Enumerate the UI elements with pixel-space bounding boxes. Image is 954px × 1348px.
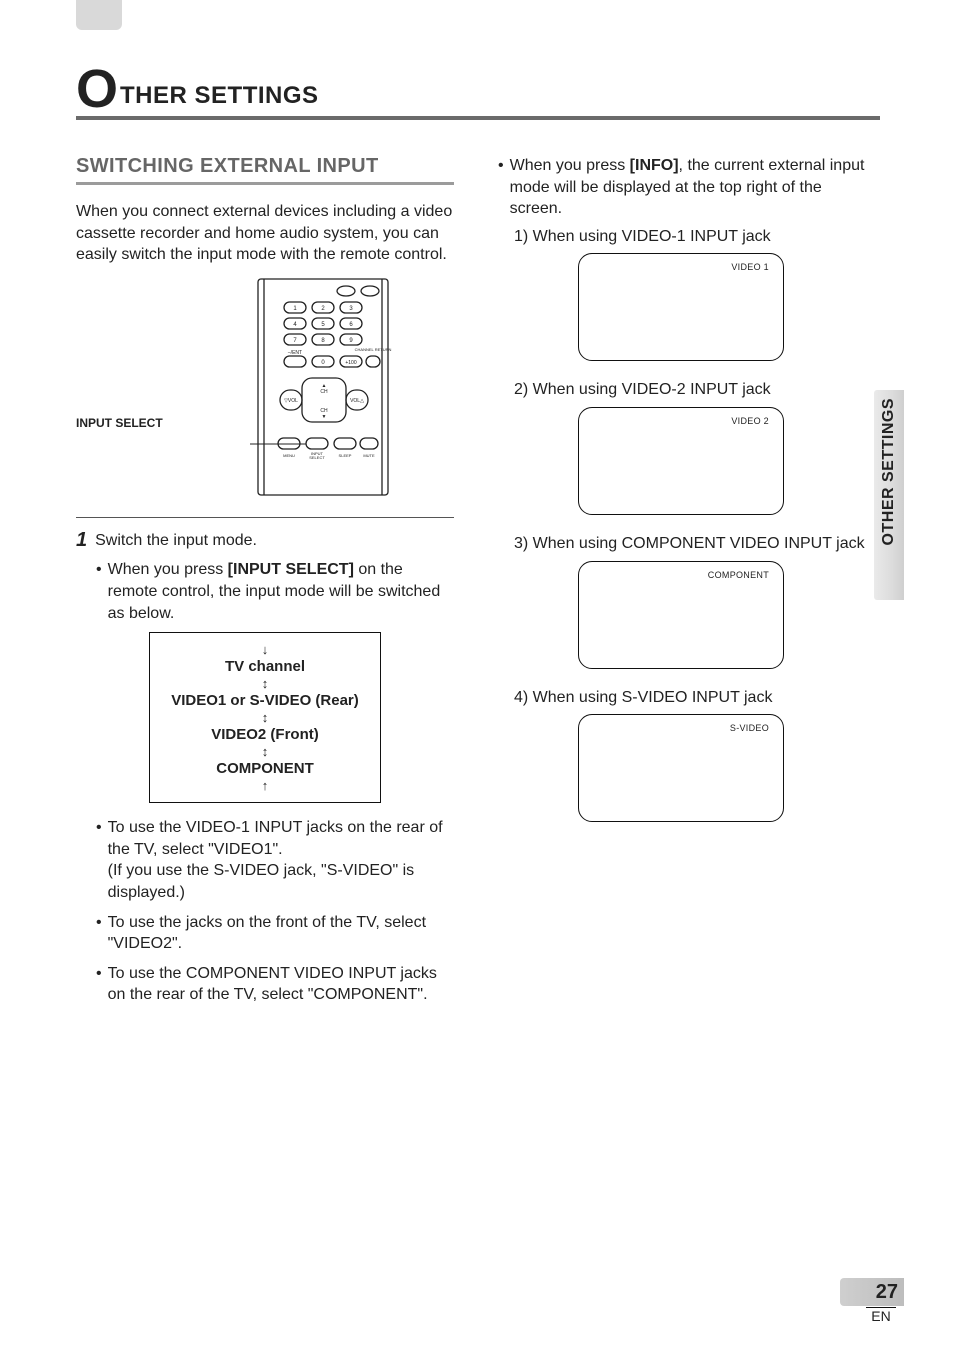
page-number-box: 27 (840, 1278, 904, 1306)
step-1: 1 Switch the input mode. (76, 530, 454, 552)
svg-text:SELECT: SELECT (309, 455, 325, 460)
bullet-text: To use the COMPONENT VIDEO INPUT jacks o… (108, 963, 454, 1006)
svg-text:0: 0 (321, 360, 325, 366)
cycle-video1: VIDEO1 or S-VIDEO (Rear) (154, 692, 376, 709)
left-bullet-1: • To use the VIDEO-1 INPUT jacks on the … (76, 817, 454, 903)
page-number: 27 (876, 1281, 898, 1303)
top-tab-decoration (76, 0, 122, 30)
svg-text:+100: +100 (345, 360, 356, 366)
text-bold: [INPUT SELECT] (228, 561, 354, 578)
bullet-text: When you press [INPUT SELECT] on the rem… (108, 559, 454, 624)
remote-illustration: INPUT SELECT (76, 278, 454, 501)
right-item-1-label: 1) When using VIDEO-1 INPUT jack (514, 226, 876, 248)
cycle-video2: VIDEO2 (Front) (154, 726, 376, 743)
side-tab-label: OTHER SETTINGS (880, 398, 898, 545)
input-select-label: INPUT SELECT (76, 416, 163, 430)
right-column: • When you press [INFO], the current ext… (498, 155, 876, 1014)
svg-text:9: 9 (349, 338, 353, 344)
bullet-text: To use the jacks on the front of the TV,… (108, 912, 454, 955)
screen-preview-2: VIDEO 2 (578, 407, 784, 515)
arrow-updown-icon: ↕ (154, 745, 376, 758)
cycle-diagram: ↓ TV channel ↕ VIDEO1 or S-VIDEO (Rear) … (149, 632, 381, 803)
bullet-dot: • (96, 963, 102, 1006)
svg-text:3: 3 (349, 306, 353, 312)
cycle-tv: TV channel (154, 658, 376, 675)
bullet-text: To use the VIDEO-1 INPUT jacks on the re… (108, 817, 454, 903)
right-top-bullet: • When you press [INFO], the current ext… (498, 155, 876, 220)
remote-svg: 123 456 789 –/ENT 0+100 CHANNEL RETURN ▲… (250, 278, 400, 496)
arrow-updown-icon: ↕ (154, 677, 376, 690)
heading-big-letter: O (76, 65, 118, 114)
text: When you press (108, 561, 228, 578)
bullet-dot: • (96, 559, 102, 624)
svg-text:2: 2 (321, 306, 325, 312)
step-number: 1 (76, 530, 87, 552)
page-heading: O THER SETTINGS (76, 66, 880, 120)
svg-text:–/ENT: –/ENT (288, 350, 302, 356)
svg-text:MENU: MENU (283, 453, 295, 458)
right-item-4-label: 4) When using S-VIDEO INPUT jack (514, 687, 876, 709)
arrow-up-icon: ↑ (154, 779, 376, 792)
bullet-dot: • (96, 912, 102, 955)
right-item-2-label: 2) When using VIDEO-2 INPUT jack (514, 379, 876, 401)
svg-text:8: 8 (321, 338, 325, 344)
osd-text: VIDEO 2 (731, 416, 769, 426)
osd-text: VIDEO 1 (731, 262, 769, 272)
text: When you press (510, 157, 630, 174)
language-label: EN (866, 1307, 896, 1324)
intro-paragraph: When you connect external devices includ… (76, 201, 454, 266)
svg-text:CH: CH (320, 389, 328, 395)
section-title: SWITCHING EXTERNAL INPUT (76, 155, 454, 185)
bullet-text: When you press [INFO], the current exter… (510, 155, 876, 220)
svg-text:4: 4 (293, 322, 297, 328)
svg-text:▽VOL: ▽VOL (284, 398, 298, 404)
svg-text:SLEEP: SLEEP (339, 453, 352, 458)
bullet-dot: • (498, 155, 504, 220)
osd-text: COMPONENT (708, 570, 769, 580)
svg-text:1: 1 (293, 306, 297, 312)
arrow-updown-icon: ↕ (154, 711, 376, 724)
divider (76, 517, 454, 518)
svg-text:5: 5 (321, 322, 325, 328)
osd-text: S-VIDEO (730, 723, 769, 733)
svg-text:7: 7 (293, 338, 297, 344)
left-bullet-2: • To use the jacks on the front of the T… (76, 912, 454, 955)
step-1-bullet: • When you press [INPUT SELECT] on the r… (76, 559, 454, 624)
heading-rest: THER SETTINGS (120, 82, 319, 110)
screen-preview-1: VIDEO 1 (578, 253, 784, 361)
bullet-dot: • (96, 817, 102, 903)
svg-text:▼: ▼ (322, 414, 327, 420)
right-item-3-label: 3) When using COMPONENT VIDEO INPUT jack (514, 533, 876, 555)
svg-text:VOL△: VOL△ (350, 398, 364, 404)
svg-text:CHANNEL RETURN: CHANNEL RETURN (355, 347, 392, 352)
text-bold: [INFO] (630, 157, 679, 174)
left-bullet-3: • To use the COMPONENT VIDEO INPUT jacks… (76, 963, 454, 1006)
svg-text:MUTE: MUTE (363, 453, 375, 458)
screen-preview-4: S-VIDEO (578, 714, 784, 822)
svg-text:6: 6 (349, 322, 353, 328)
left-column: SWITCHING EXTERNAL INPUT When you connec… (76, 155, 454, 1014)
arrow-down-icon: ↓ (154, 643, 376, 656)
screen-preview-3: COMPONENT (578, 561, 784, 669)
step-title: Switch the input mode. (95, 530, 454, 552)
cycle-component: COMPONENT (154, 760, 376, 777)
